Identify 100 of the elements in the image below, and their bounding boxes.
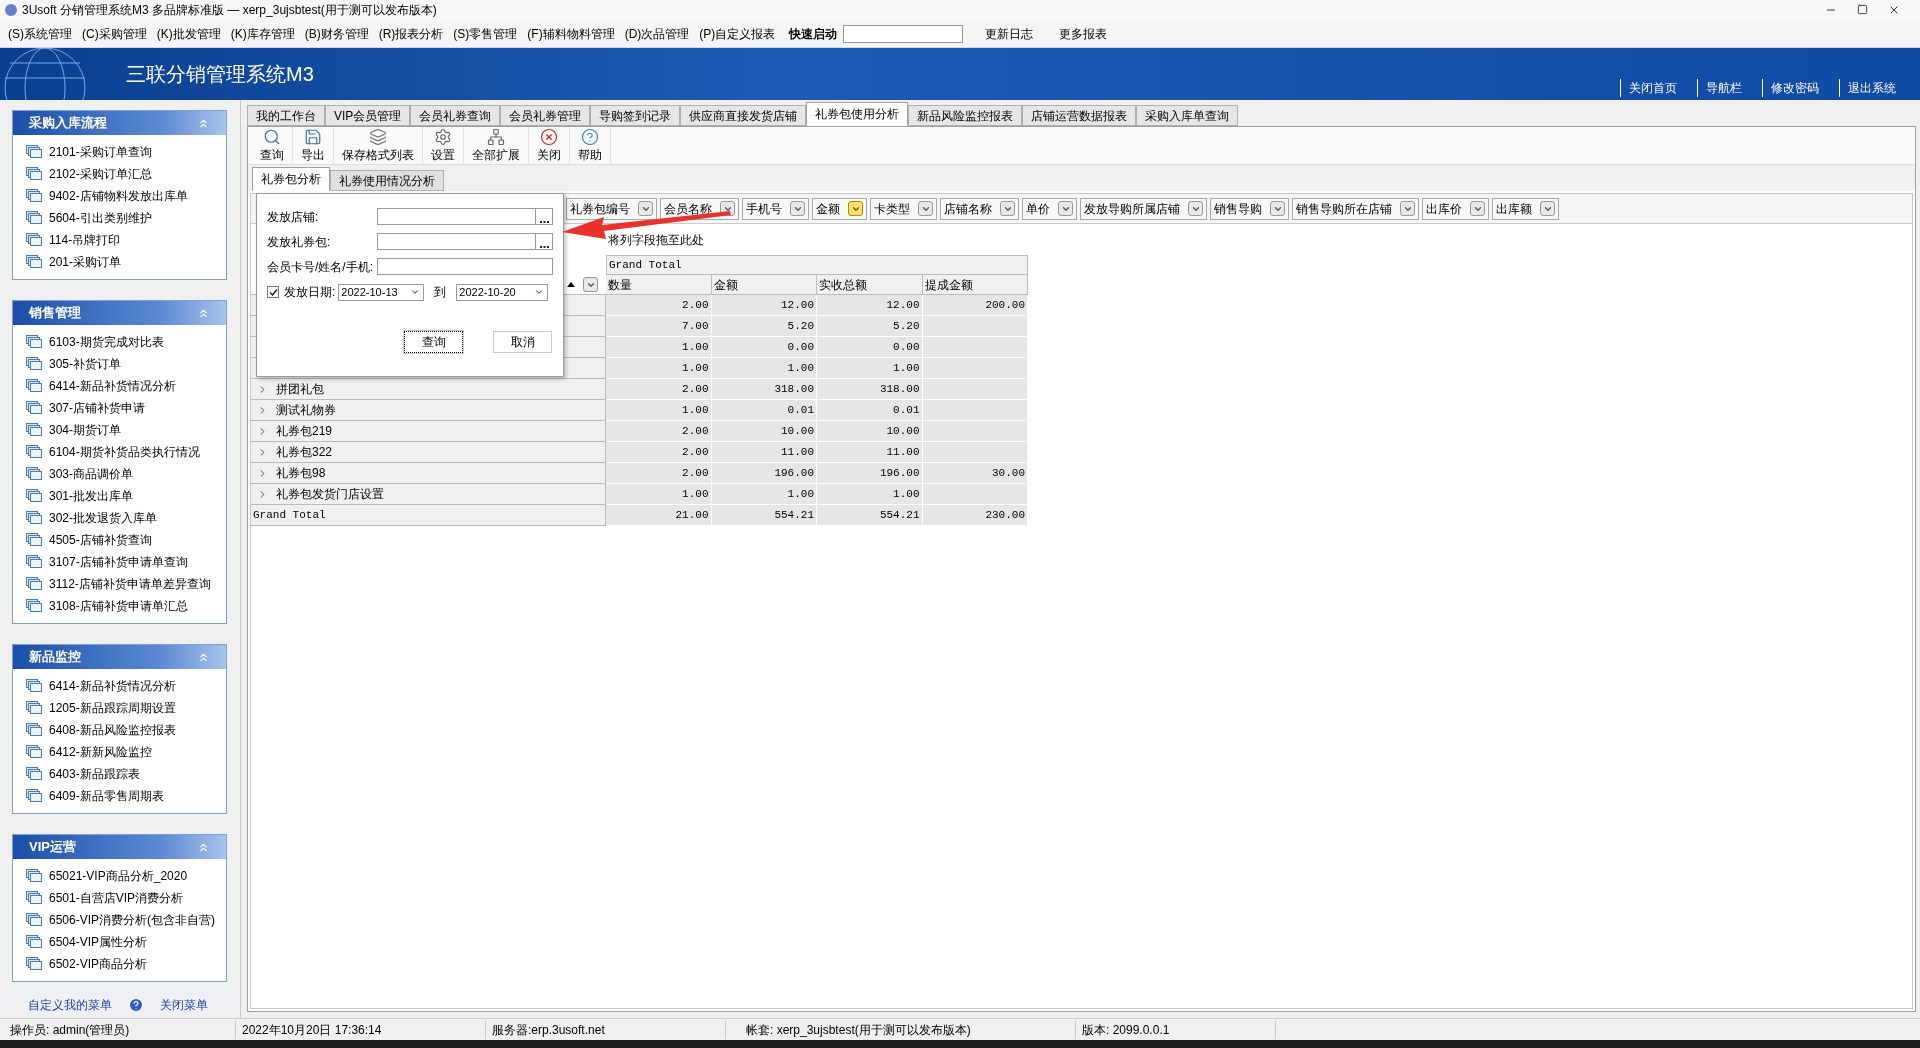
sidebar-item[interactable]: 302-批发退货入库单 (26, 507, 226, 529)
sidebar-item[interactable]: 6408-新品风险监控报表 (26, 719, 226, 741)
menu-link[interactable]: 更多报表 (1055, 24, 1112, 43)
filter-field[interactable]: 单价 (1022, 197, 1077, 220)
menu-item[interactable]: (F)辅料物料管理 (523, 22, 619, 45)
menu-item[interactable]: (S)零售管理 (449, 22, 522, 45)
browse-button[interactable] (535, 234, 552, 249)
header-link[interactable]: 导航栏 (1697, 79, 1750, 97)
sidebar-item[interactable]: 303-商品调价单 (26, 463, 226, 485)
column-header[interactable]: 数量 (606, 275, 712, 295)
row-header[interactable]: 礼券包322 (251, 442, 606, 463)
document-tab[interactable]: 会员礼券查询 (410, 105, 501, 126)
sidebar-item[interactable]: 6502-VIP商品分析 (26, 953, 226, 975)
date-checkbox[interactable] (267, 286, 279, 298)
filter-field[interactable]: 销售导购所在店铺 (1292, 197, 1419, 220)
sidebar-item[interactable]: 6504-VIP属性分析 (26, 931, 226, 953)
filter-field[interactable]: 卡类型 (870, 197, 937, 220)
document-tab[interactable]: 供应商直接发货店铺 (680, 105, 807, 126)
row-header[interactable]: 礼券包98 (251, 463, 606, 484)
filter-dropdown[interactable] (1000, 201, 1015, 216)
menu-item[interactable]: (B)财务管理 (300, 22, 373, 45)
panel-header[interactable]: 销售管理 (13, 301, 226, 325)
document-tab[interactable]: 导购签到记录 (590, 105, 681, 126)
sidebar-item[interactable]: 3108-店铺补货申请单汇总 (26, 595, 226, 617)
sidebar-item[interactable]: 6414-新品补货情况分析 (26, 675, 226, 697)
sidebar-item[interactable]: 301-批发出库单 (26, 485, 226, 507)
dropdown-icon[interactable] (410, 287, 421, 297)
menu-item[interactable]: (R)报表分析 (374, 22, 448, 45)
menu-item[interactable]: (P)自定义报表 (695, 22, 780, 45)
document-tab[interactable]: VIP会员管理 (325, 105, 411, 126)
toolbar-button[interactable]: 设置 (423, 127, 464, 164)
filter-field[interactable]: 出库价 (1422, 197, 1489, 220)
menu-item[interactable]: (S)系统管理 (4, 22, 76, 45)
picker-field[interactable] (377, 208, 553, 225)
filter-dropdown[interactable] (1270, 201, 1285, 216)
menu-item[interactable]: (C)采购管理 (78, 22, 151, 45)
close-menu-link[interactable]: 关闭菜单 (160, 996, 208, 1014)
header-link[interactable]: 退出系统 (1839, 79, 1904, 97)
sidebar-item[interactable]: 6409-新品零售周期表 (26, 785, 226, 807)
filter-dropdown[interactable] (1540, 201, 1555, 216)
sidebar-item[interactable]: 3107-店铺补货申请单查询 (26, 551, 226, 573)
toolbar-button[interactable]: 保存格式列表 (334, 127, 423, 164)
sidebar-item[interactable]: 6412-新新风险监控 (26, 741, 226, 763)
header-link[interactable]: 修改密码 (1762, 79, 1827, 97)
filter-field[interactable]: 手机号 (742, 197, 809, 220)
sidebar-item[interactable]: 114-吊牌打印 (26, 229, 226, 251)
date-field[interactable]: 2022-10-20 (456, 283, 549, 301)
sidebar-item[interactable]: 6403-新品跟踪表 (26, 763, 226, 785)
sidebar-item[interactable]: 9402-店铺物料发放出库单 (26, 185, 226, 207)
filter-field[interactable]: 礼券包编号 (566, 197, 657, 220)
filter-dropdown[interactable] (790, 201, 805, 216)
sidebar-item[interactable]: 2102-采购订单汇总 (26, 163, 226, 185)
sidebar-item[interactable]: 6506-VIP消费分析(包含非自营) (26, 909, 226, 931)
sidebar-item[interactable]: 65021-VIP商品分析_2020 (26, 865, 226, 887)
toolbar-button[interactable]: 关闭 (529, 127, 570, 164)
filter-field[interactable]: 出库额 (1492, 197, 1559, 220)
document-tab[interactable]: 会员礼券管理 (500, 105, 591, 126)
sidebar-item[interactable]: 6501-自营店VIP消费分析 (26, 887, 226, 909)
filter-dropdown[interactable] (1058, 201, 1073, 216)
filter-dropdown[interactable] (1188, 201, 1203, 216)
sidebar-item[interactable]: 3112-店铺补货申请单差异查询 (26, 573, 226, 595)
input-field[interactable] (377, 258, 553, 275)
sidebar-item[interactable]: 305-补货订单 (26, 353, 226, 375)
row-field-dropdown[interactable] (583, 277, 598, 292)
restore-icon[interactable] (1857, 4, 1868, 15)
date-field[interactable]: 2022-10-13 (338, 283, 425, 301)
sidebar-item[interactable]: 201-采购订单 (26, 251, 226, 273)
menu-item[interactable]: (D)次品管理 (620, 22, 694, 45)
sidebar-item[interactable]: 304-期货订单 (26, 419, 226, 441)
custom-menu-link[interactable]: 自定义我的菜单 (28, 996, 112, 1014)
column-header[interactable]: 金额 (711, 275, 817, 295)
document-tab[interactable]: 店铺运营数据报表 (1022, 105, 1137, 126)
row-header[interactable]: 测试礼物券 (251, 400, 606, 421)
row-header[interactable]: 礼券包发货门店设置 (251, 484, 606, 505)
view-tab[interactable]: 礼券包分析 (252, 167, 330, 191)
query-button[interactable]: 查询 (404, 331, 463, 353)
filter-dropdown[interactable] (1400, 201, 1415, 216)
toolbar-button[interactable]: 全部扩展 (464, 127, 529, 164)
sidebar-item[interactable]: 307-店铺补货申请 (26, 397, 226, 419)
menu-link[interactable]: 更新日志 (981, 24, 1038, 43)
panel-header[interactable]: 新品监控 (13, 645, 226, 669)
toolbar-button[interactable]: 帮助 (570, 127, 611, 164)
toolbar-button[interactable]: 导出 (293, 127, 334, 164)
filter-field[interactable]: 销售导购 (1210, 197, 1289, 220)
browse-button[interactable] (535, 209, 552, 224)
sidebar-item[interactable]: 6104-期货补货品类执行情况 (26, 441, 226, 463)
filter-dropdown[interactable] (1470, 201, 1485, 216)
document-tab[interactable]: 我的工作台 (247, 105, 325, 126)
sidebar-item[interactable]: 6103-期货完成对比表 (26, 331, 226, 353)
filter-dropdown[interactable] (918, 201, 933, 216)
document-tab[interactable]: 新品风险监控报表 (908, 105, 1023, 126)
panel-header[interactable]: 采购入库流程 (13, 111, 226, 135)
filter-field[interactable]: 店铺名称 (940, 197, 1019, 220)
quick-launch-field[interactable] (843, 24, 964, 43)
panel-header[interactable]: VIP运营 (13, 835, 226, 859)
filter-field[interactable]: 发放导购所属店铺 (1080, 197, 1207, 220)
toolbar-button[interactable]: 查询 (252, 127, 293, 164)
sidebar-item[interactable]: 6414-新品补货情况分析 (26, 375, 226, 397)
picker-field[interactable] (377, 233, 553, 250)
close-icon[interactable] (1888, 4, 1900, 16)
